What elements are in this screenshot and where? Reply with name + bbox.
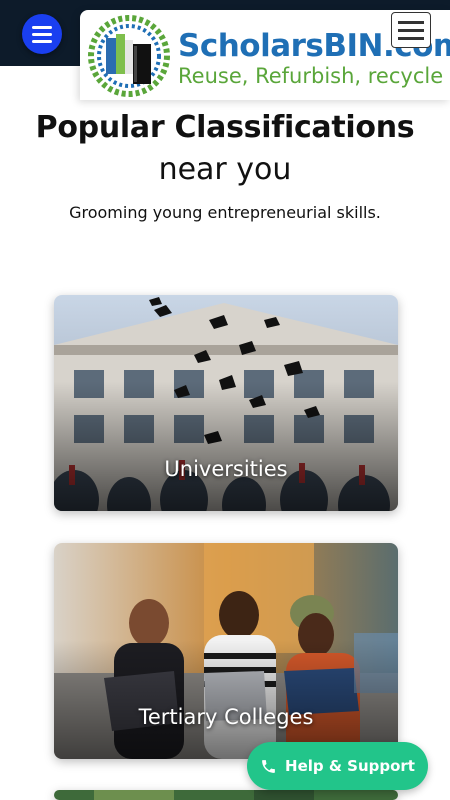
logo-tagline: Reuse, Refurbish, recycle bbox=[178, 64, 444, 88]
page-subtitle: near you bbox=[158, 152, 292, 187]
hamburger-icon bbox=[398, 20, 424, 24]
nav-toggle-button[interactable] bbox=[391, 12, 431, 48]
page-tagline: Grooming young entrepreneurial skills. bbox=[69, 203, 381, 222]
logo-emblem-icon bbox=[88, 15, 170, 97]
page-title: Popular Classifications bbox=[35, 110, 415, 145]
help-support-label: Help & Support bbox=[285, 757, 415, 775]
menu-icon bbox=[32, 25, 52, 29]
category-card-next[interactable] bbox=[54, 790, 398, 800]
help-support-button[interactable]: Help & Support bbox=[247, 742, 428, 790]
trees-image bbox=[54, 790, 398, 800]
category-label: Universities bbox=[164, 457, 288, 481]
category-label: Tertiary Colleges bbox=[138, 705, 314, 729]
menu-button[interactable] bbox=[22, 14, 62, 54]
category-card-universities[interactable]: Universities bbox=[54, 295, 398, 511]
phone-icon bbox=[262, 759, 275, 773]
category-card-tertiary-colleges[interactable]: Tertiary Colleges bbox=[54, 543, 398, 759]
